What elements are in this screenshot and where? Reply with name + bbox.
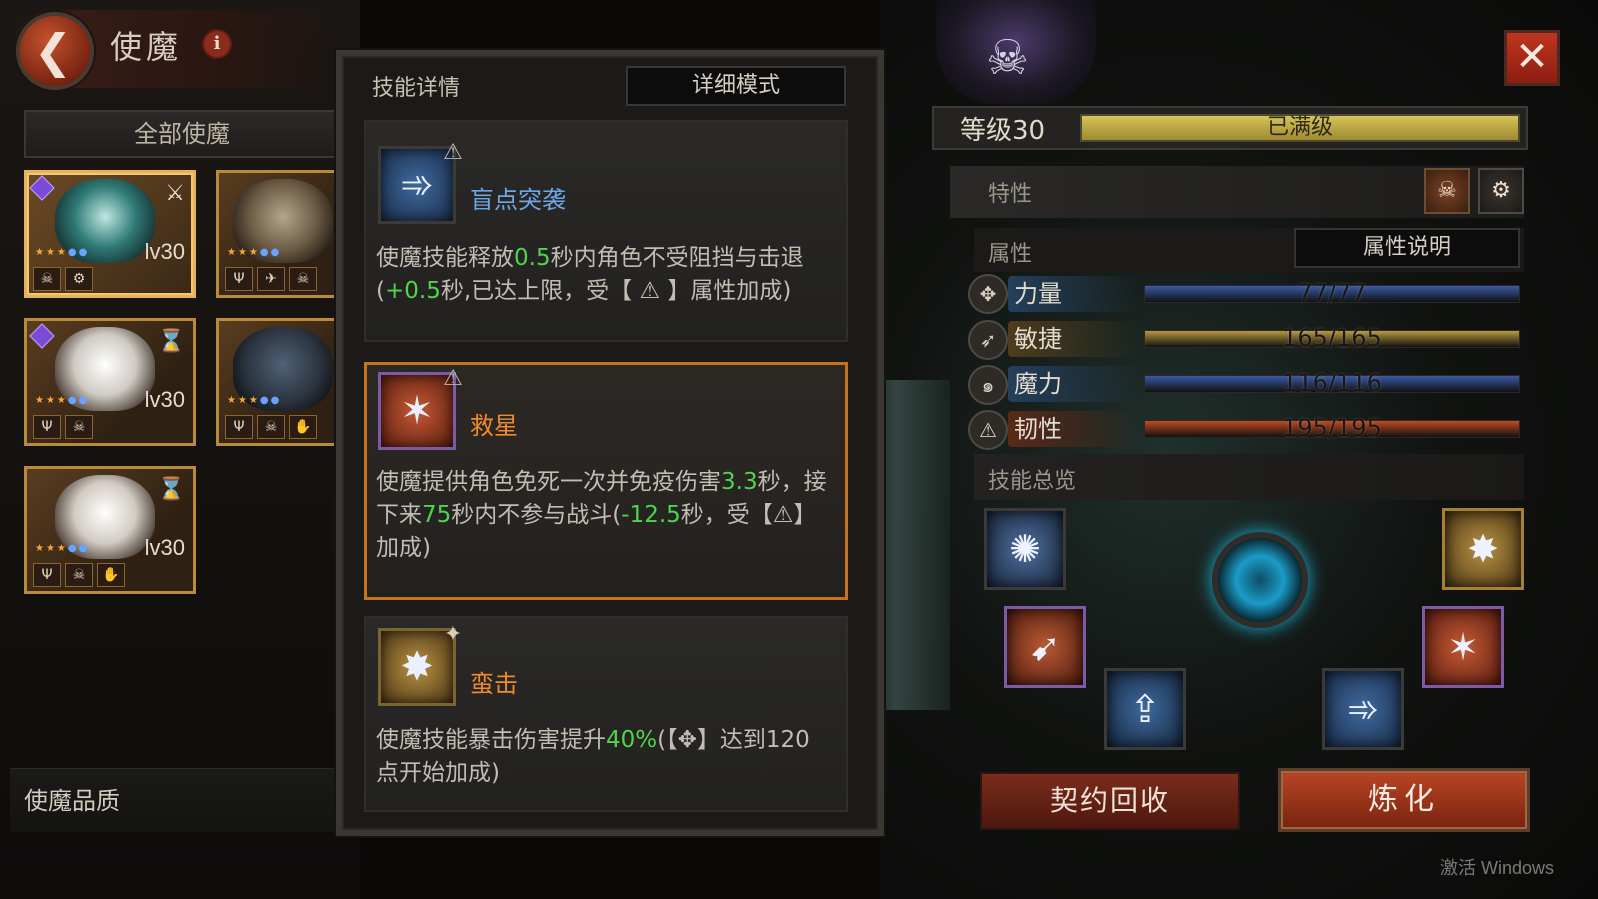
skill-name: 救星 bbox=[470, 412, 518, 440]
windows-activation-watermark: 激活 Windows bbox=[1440, 858, 1555, 878]
demon-face-icon: ☠ bbox=[65, 415, 93, 439]
toughness-label: 韧性 bbox=[1008, 411, 1138, 447]
familiar-level: lv30 bbox=[144, 387, 185, 412]
familiar-tags: Ψ ☠ bbox=[33, 415, 93, 439]
skill-description: 使魔技能释放0.5秒内角色不受阻挡与击退(+0.5秒,已达上限，受【 ⚠ 】属性… bbox=[376, 245, 804, 304]
burst-arrow-skill-icon[interactable]: ✸ bbox=[1442, 508, 1524, 590]
star-rating: ★★★●● bbox=[227, 247, 282, 258]
trident-icon: Ψ bbox=[225, 267, 253, 291]
contract-recycle-button[interactable]: 契约回收 bbox=[980, 772, 1240, 830]
familiar-emblem: ☠ bbox=[936, 0, 1096, 104]
demon-face-icon: ☠ bbox=[33, 267, 61, 291]
magic-label: 魔力 bbox=[1008, 366, 1138, 402]
claw-icon: ✋ bbox=[289, 415, 317, 439]
portal-icon bbox=[1212, 532, 1308, 628]
magic-icon: ๑ bbox=[968, 365, 1008, 405]
familiar-card[interactable]: ⚔ ★★★●● lv30 ☠ ⚙ bbox=[24, 170, 196, 298]
agility-attr-icon: ✥ bbox=[677, 727, 697, 753]
back-button[interactable]: ❮ bbox=[16, 12, 94, 90]
trait-label: 特性 bbox=[988, 182, 1033, 207]
familiar-card[interactable]: ★★★●● Ψ ✈ ☠ bbox=[216, 170, 340, 298]
level-label: 等级30 bbox=[960, 116, 1046, 146]
skills-overview-label: 技能总览 bbox=[988, 469, 1077, 494]
skill-description: 使魔技能暴击伤害提升40%(【✥】达到120点开始加成) bbox=[376, 727, 810, 786]
attribute-explain-button[interactable]: 属性说明 bbox=[1294, 228, 1520, 268]
attribute-label: 属性 bbox=[988, 242, 1033, 267]
demon-face-icon: ☠ bbox=[65, 563, 93, 587]
trident-icon: Ψ bbox=[33, 415, 61, 439]
info-icon[interactable]: i bbox=[202, 29, 232, 59]
level-progress-bar: 已满级 bbox=[1080, 114, 1520, 142]
diamond-badge-icon: ✦ bbox=[443, 622, 463, 647]
familiar-card[interactable]: ⌛ ★★★●● lv30 Ψ ☠ bbox=[24, 318, 196, 446]
triangle-badge-icon: ⚠ bbox=[443, 140, 463, 165]
triangle-attr-icon: ⚠ bbox=[632, 278, 668, 304]
shatter-skill-icon[interactable]: ✺ bbox=[984, 508, 1066, 590]
strength-label: 力量 bbox=[1008, 276, 1138, 312]
agility-value: 165/165 bbox=[1282, 324, 1382, 352]
strength-value: 77/77 bbox=[1297, 279, 1367, 307]
trident-icon: Ψ bbox=[33, 563, 61, 587]
detail-mode-button[interactable]: 详细模式 bbox=[626, 66, 846, 106]
close-button[interactable]: ✕ bbox=[1504, 30, 1560, 86]
skill-details-title: 技能详情 bbox=[372, 76, 461, 101]
claw-icon: ✋ bbox=[97, 563, 125, 587]
familiar-tags: Ψ ✈ ☠ bbox=[225, 267, 317, 291]
ram-skull-icon: ☠ bbox=[986, 30, 1030, 86]
star-rating: ★★★●● bbox=[35, 395, 90, 406]
up-spin-skill-icon[interactable]: ⇪ bbox=[1104, 668, 1186, 750]
star-rating: ★★★●● bbox=[227, 395, 282, 406]
close-icon: ✕ bbox=[1515, 34, 1549, 80]
split-arrow-skill-icon[interactable]: ➹ bbox=[1004, 606, 1086, 688]
demon-face-icon: ☠ bbox=[289, 267, 317, 291]
familiar-tags: ☠ ⚙ bbox=[33, 267, 93, 291]
skill-name: 蛮击 bbox=[470, 670, 518, 698]
star-rating: ★★★●● bbox=[35, 247, 90, 258]
strength-icon: ✥ bbox=[968, 274, 1008, 314]
gear-icon: ⚙ bbox=[65, 267, 93, 291]
dash-arrow-skill-icon[interactable]: ➾ bbox=[1322, 668, 1404, 750]
demon-face-icon: ☠ bbox=[257, 415, 285, 439]
agility-icon: ➶ bbox=[968, 320, 1008, 360]
familiar-quality-filter[interactable]: 使魔品质 bbox=[10, 768, 340, 832]
refine-button[interactable]: 炼化 bbox=[1278, 768, 1530, 832]
wings-icon: ✈ bbox=[257, 267, 285, 291]
demon-trait-icon[interactable]: ☠ bbox=[1424, 168, 1470, 214]
familiar-card[interactable]: ⌛ ★★★●● lv30 Ψ ☠ ✋ bbox=[24, 466, 196, 594]
trident-icon: Ψ bbox=[225, 415, 253, 439]
familiar-level: lv30 bbox=[144, 239, 185, 264]
familiar-tags: Ψ ☠ ✋ bbox=[33, 563, 125, 587]
hourglass-icon: ⌛ bbox=[157, 329, 185, 354]
familiar-level: lv30 bbox=[144, 535, 185, 560]
chevron-left-icon: ❮ bbox=[33, 24, 73, 78]
star-rating: ★★★●● bbox=[35, 543, 90, 554]
purple-gem-icon bbox=[29, 175, 55, 201]
portal-core bbox=[1200, 510, 1320, 650]
triangle-badge-icon: ⚠ bbox=[443, 366, 463, 391]
triangle-attr-icon: ⚠ bbox=[772, 502, 794, 528]
familiar-tags: Ψ ☠ ✋ bbox=[225, 415, 317, 439]
tab-all-familiars[interactable]: 全部使魔 bbox=[24, 110, 340, 158]
winged-arrow-skill-icon[interactable]: ✶ bbox=[1422, 606, 1504, 688]
familiar-card[interactable]: ★★★●● Ψ ☠ ✋ bbox=[216, 318, 340, 446]
toughness-icon: ⚠ bbox=[968, 410, 1008, 450]
skill-name: 盲点突袭 bbox=[470, 186, 566, 214]
purple-gem-icon bbox=[29, 323, 55, 349]
agility-label: 敏捷 bbox=[1008, 321, 1138, 357]
page-title: 使魔 bbox=[110, 28, 183, 66]
gear-trait-icon[interactable]: ⚙ bbox=[1478, 168, 1524, 214]
crossed-swords-icon: ⚔ bbox=[165, 181, 185, 206]
toughness-value: 195/195 bbox=[1282, 414, 1382, 442]
magic-value: 116/116 bbox=[1282, 369, 1382, 397]
skill-description: 使魔提供角色免死一次并免疫伤害3.3秒，接下来75秒内不参与战斗(-12.5秒，… bbox=[376, 469, 827, 561]
hourglass-icon: ⌛ bbox=[157, 477, 185, 502]
